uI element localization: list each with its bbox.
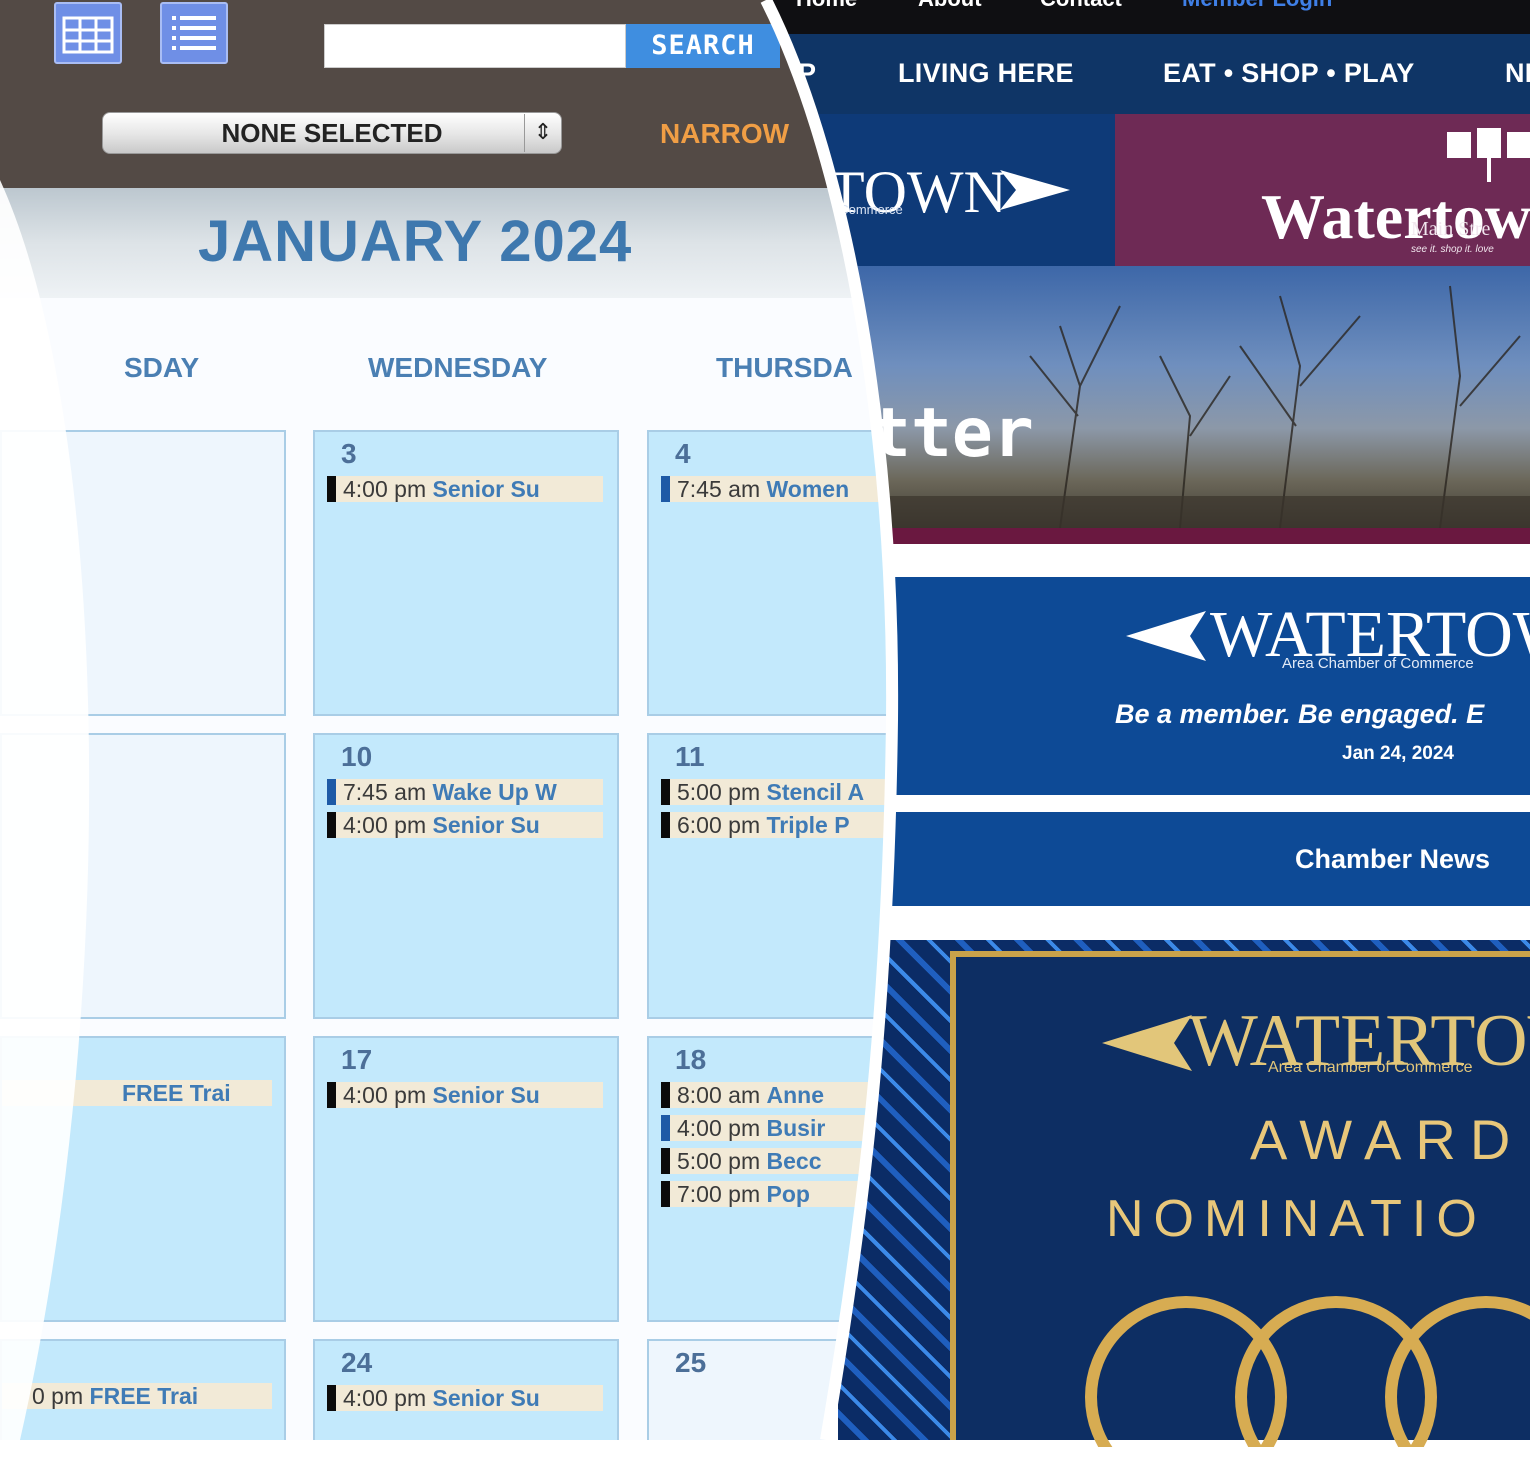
day-name-wednesday: WEDNESDAY <box>368 352 548 383</box>
event-time: 0 pm <box>32 1383 84 1409</box>
month-title: JANUARY 2024 <box>198 209 633 274</box>
main-nav-eat-shop-play[interactable]: EAT • SHOP • PLAY <box>1163 58 1415 89</box>
calendar-event[interactable]: 4:00 pm Senior Su <box>327 1385 603 1411</box>
chamber-news-title: Chamber News <box>1295 844 1491 874</box>
event-time: 5:00 pm <box>677 779 761 805</box>
event-time: 7:00 pm <box>677 1181 761 1207</box>
event-name: Busir <box>766 1115 826 1141</box>
day-number: 17 <box>341 1044 373 1075</box>
event-name: Senior Su <box>432 812 540 838</box>
card-tagline: Be a member. Be engaged. E <box>1115 699 1485 729</box>
calendar-event[interactable]: 0 pm FREE Trai <box>2 1383 272 1409</box>
category-select[interactable]: NONE SELECTED <box>102 112 562 154</box>
chamber-logo-sub: f Commerce <box>832 202 903 217</box>
calendar-event[interactable]: 4:00 pm Senior Su <box>327 1082 603 1108</box>
category-select-value: NONE SELECTED <box>221 118 443 148</box>
calendar-event[interactable]: 4:00 pm Senior Su <box>327 812 603 838</box>
day-cell[interactable]: 4 7:45 am Women <box>647 430 907 716</box>
chamber-news-card[interactable]: Chamber News <box>885 812 1530 906</box>
event-name: Senior Su <box>432 1082 540 1108</box>
event-time: 5:00 pm <box>677 1148 761 1174</box>
narrow-button[interactable]: NARROW <box>660 118 789 150</box>
award-logo-sub: Area Chamber of Commerce <box>1268 1059 1473 1076</box>
day-cell[interactable]: 24 4:00 pm Senior Su <box>313 1339 619 1459</box>
top-nav-home[interactable]: Home <box>796 0 857 12</box>
main-street-logo-tag: see it. shop it. love <box>1411 244 1494 255</box>
member-feature-card[interactable]: WATERTOW Area Chamber of Commerce Be a m… <box>890 577 1530 795</box>
event-name: Becc <box>766 1148 822 1174</box>
day-cell[interactable] <box>0 733 286 1019</box>
event-time: 4:00 pm <box>343 1385 427 1411</box>
main-street-logo-banner[interactable]: Watertown Main Stre see it. shop it. lov… <box>1115 114 1530 266</box>
event-time: 4:00 pm <box>343 1082 427 1108</box>
arrow-logo-icon <box>1102 1015 1192 1071</box>
hero-title: tter <box>870 394 1034 473</box>
grid-view-icon <box>56 4 120 62</box>
select-arrows-icon[interactable]: ⇕ <box>524 114 561 152</box>
top-nav-member-login[interactable]: Member Login <box>1182 0 1332 12</box>
event-time: 6:00 pm <box>677 812 761 838</box>
award-line-2: NOMINATIO <box>1106 1190 1487 1248</box>
event-time: 8:00 am <box>677 1082 761 1108</box>
day-cell[interactable]: 11 5:00 pm Stencil A 6:00 pm Triple P <box>647 733 907 1019</box>
top-nav-about[interactable]: About <box>918 0 982 12</box>
event-time: 4:00 pm <box>343 476 427 502</box>
calendar-event[interactable]: 4:00 pm Senior Su <box>327 476 603 502</box>
day-name-tuesday: SDAY <box>124 352 200 383</box>
main-street-logo-sub: Main Stre <box>1411 218 1491 240</box>
main-nav-living-here[interactable]: LIVING HERE <box>898 58 1074 89</box>
day-number: 25 <box>675 1347 707 1378</box>
award-frame: WATERTOW Area Chamber of Commerce AWARD … <box>950 951 1530 1447</box>
search-button[interactable]: SEARCH <box>626 24 780 68</box>
day-number: 18 <box>675 1044 707 1075</box>
event-time: 7:45 am <box>343 779 427 805</box>
event-name: Wake Up W <box>432 779 557 805</box>
event-time: 4:00 pm <box>677 1115 761 1141</box>
list-view-icon <box>162 4 226 62</box>
top-nav-contact[interactable]: Contact <box>1040 0 1122 12</box>
day-number: 10 <box>341 741 373 772</box>
event-name: Senior Su <box>432 1385 540 1411</box>
event-time: 7:45 am <box>677 476 761 502</box>
day-number: 4 <box>675 438 691 469</box>
day-cell[interactable]: 0 pm FREE Trai <box>0 1339 286 1459</box>
event-name: Anne <box>766 1082 824 1108</box>
event-name: Pop <box>766 1181 810 1207</box>
arrow-logo-icon <box>1000 170 1070 210</box>
day-number: 24 <box>341 1347 373 1378</box>
day-number: 11 <box>675 741 705 772</box>
card-logo-sub: Area Chamber of Commerce <box>1282 655 1474 672</box>
month-view-button[interactable] <box>54 2 122 64</box>
day-cell[interactable]: 17 4:00 pm Senior Su <box>313 1036 619 1322</box>
event-name: Triple P <box>766 812 850 838</box>
day-cell[interactable]: 10 7:45 am Wake Up W 4:00 pm Senior Su <box>313 733 619 1019</box>
calendar-event[interactable]: 7:45 am Wake Up W <box>327 779 603 805</box>
card-date: Jan 24, 2024 <box>1342 743 1454 764</box>
lamp-post-icon <box>1447 128 1530 182</box>
award-line-1: AWARD <box>1250 1108 1525 1171</box>
search-input[interactable] <box>324 24 626 68</box>
event-name: Women <box>766 476 850 502</box>
list-view-button[interactable] <box>160 2 228 64</box>
main-nav-next-item[interactable]: NI <box>1505 58 1530 89</box>
day-name-thursday: THURSDA <box>716 352 853 383</box>
day-cell[interactable] <box>0 430 286 716</box>
arrow-logo-icon <box>1126 611 1206 661</box>
calendar-event[interactable]: FREE Trai <box>2 1080 272 1106</box>
day-cell[interactable]: FREE Trai <box>0 1036 286 1322</box>
event-name: FREE Trai <box>89 1383 199 1409</box>
event-name: Stencil A <box>766 779 865 805</box>
event-name: FREE Trai <box>122 1080 231 1106</box>
event-time: 4:00 pm <box>343 812 427 838</box>
gold-rings-illustration <box>1085 1296 1530 1447</box>
main-street-logo-text: Watertown <box>1261 181 1530 252</box>
day-cell[interactable]: 3 4:00 pm Senior Su <box>313 430 619 716</box>
day-number: 3 <box>341 438 357 469</box>
event-name: Senior Su <box>432 476 540 502</box>
